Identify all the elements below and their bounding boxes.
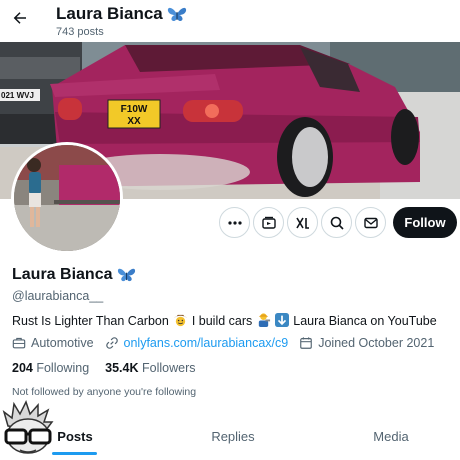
category-item: Automotive	[12, 336, 94, 350]
following-link[interactable]: 204 Following	[12, 361, 89, 375]
butterfly-icon	[118, 268, 136, 282]
mechanic-emoji-icon	[256, 312, 271, 330]
display-name: Laura Bianca	[12, 266, 136, 284]
bio-text-1: Rust Is Lighter Than Carbon	[12, 314, 169, 328]
message-button[interactable]	[355, 207, 386, 238]
subscribe-button[interactable]	[253, 207, 284, 238]
header-name-text: Laura Bianca	[56, 4, 163, 23]
profile-tabs: Posts Replies Media	[0, 418, 460, 460]
top-bar: Laura Bianca 743 posts	[0, 0, 460, 42]
back-button[interactable]	[8, 6, 32, 30]
envelope-icon	[363, 217, 378, 228]
tab-replies[interactable]: Replies	[195, 418, 271, 454]
tab-media[interactable]: Media	[356, 418, 426, 454]
svg-text:XX: XX	[127, 116, 141, 127]
follow-stats: 204 Following 35.4K Followers	[12, 361, 212, 375]
active-tab-indicator	[52, 452, 97, 455]
profile-link[interactable]: onlyfans.com/laurabiancax/c9	[124, 336, 289, 350]
display-name-text: Laura Bianca	[12, 266, 113, 283]
joined-text: Joined October 2021	[318, 336, 435, 350]
link-item: onlyfans.com/laurabiancax/c9	[105, 336, 289, 350]
search-button[interactable]	[321, 207, 352, 238]
profile-meta: Automotive onlyfans.com/laurabiancax/c9 …	[12, 336, 445, 350]
more-icon	[227, 220, 242, 225]
left-plate-text: 021 WVJ	[1, 91, 34, 100]
arrow-left-icon	[13, 12, 26, 24]
header-name: Laura Bianca	[56, 4, 187, 24]
follow-button[interactable]: Follow	[393, 207, 457, 238]
more-button[interactable]	[219, 207, 250, 238]
search-icon	[330, 216, 344, 230]
link-icon	[105, 336, 119, 350]
grok-icon	[295, 217, 309, 229]
following-count: 204	[12, 361, 33, 375]
not-followed-notice: Not followed by anyone you're following	[12, 386, 197, 398]
plate-text: F10W	[121, 104, 148, 115]
handle: @laurabianca__	[12, 289, 104, 303]
avatar[interactable]	[11, 142, 123, 254]
bio-text-2: I build cars	[191, 314, 253, 328]
bio-text-3: Laura Bianca on YouTube	[293, 314, 437, 328]
followers-link[interactable]: 35.4K Followers	[105, 361, 195, 375]
followers-count: 35.4K	[105, 361, 139, 375]
briefcase-icon	[12, 336, 26, 350]
mascot-logo	[2, 400, 54, 454]
followers-label: Followers	[142, 361, 196, 375]
cowboy-emoji-icon	[173, 312, 188, 330]
down-arrow-emoji-icon	[275, 312, 290, 330]
bio: Rust Is Lighter Than Carbon I build cars…	[12, 312, 437, 330]
following-label: Following	[36, 361, 90, 375]
butterfly-icon	[167, 7, 186, 21]
posts-count: 743 posts	[56, 26, 104, 38]
subscribe-icon	[261, 216, 276, 229]
category-text: Automotive	[31, 336, 94, 350]
calendar-icon	[299, 336, 313, 350]
grok-button[interactable]	[287, 207, 318, 238]
avatar-photo	[14, 145, 120, 251]
joined-item: Joined October 2021	[299, 336, 434, 350]
